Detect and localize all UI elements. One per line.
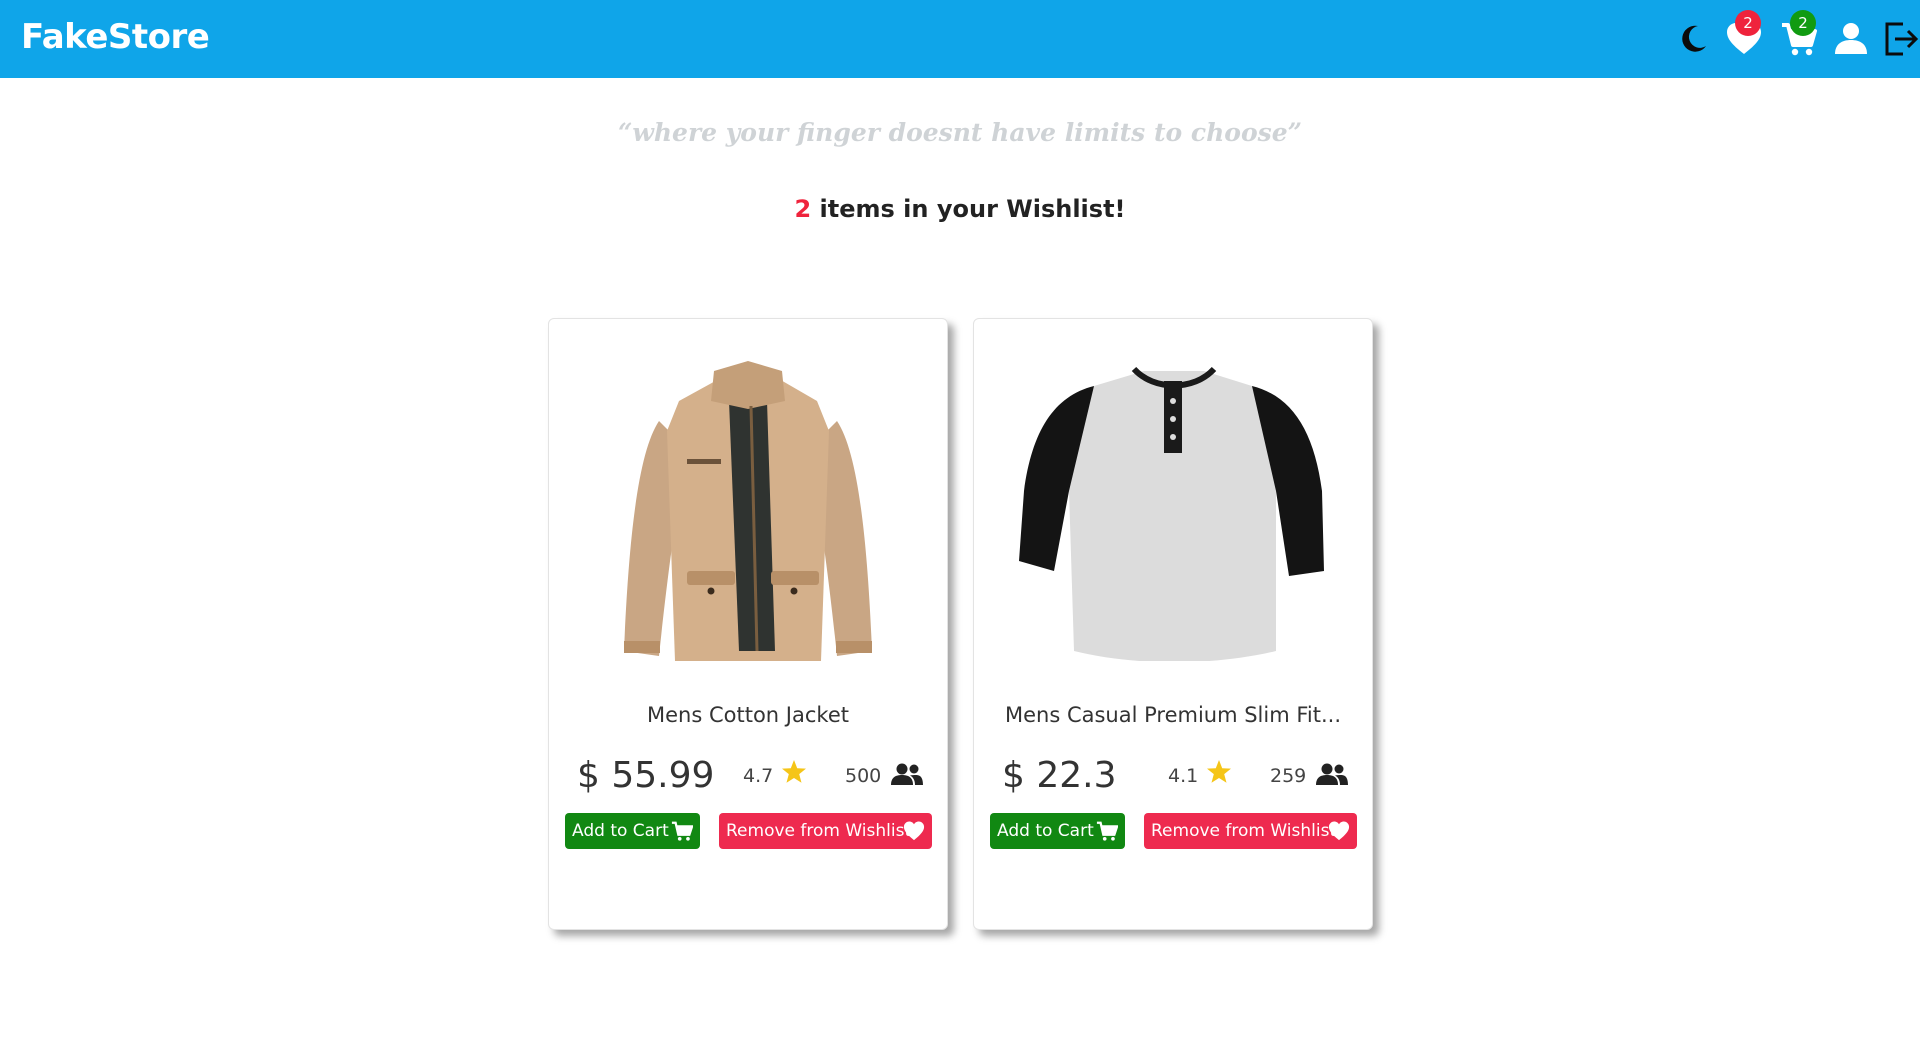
logout-icon[interactable] [1883, 20, 1920, 60]
product-title[interactable]: Mens Casual Premium Slim Fit... [974, 703, 1372, 727]
add-to-cart-button[interactable]: Add to Cart [990, 813, 1125, 849]
add-to-cart-label: Add to Cart [572, 821, 669, 841]
users-icon [1316, 763, 1348, 785]
wishlist-button[interactable]: 2 [1725, 10, 1765, 60]
product-card: Mens Casual Premium Slim Fit... $ 22.3 4… [973, 318, 1373, 930]
star-icon [1207, 760, 1231, 783]
star-icon [782, 760, 806, 783]
cart-button[interactable]: 2 [1780, 10, 1820, 60]
remove-from-wishlist-label: Remove from Wishlist [726, 821, 912, 841]
add-to-cart-button[interactable]: Add to Cart [565, 813, 700, 849]
product-price: $ 22.3 [1002, 755, 1117, 796]
top-navbar: FakeStore 2 2 [0, 0, 1920, 78]
wishlist-count-heading: 2 items in your Wishlist! [0, 195, 1920, 223]
product-title[interactable]: Mens Cotton Jacket [549, 703, 947, 727]
remove-from-wishlist-button[interactable]: Remove from Wishlist [719, 813, 932, 849]
wishlist-count-badge: 2 [1735, 10, 1761, 36]
product-review-count: 500 [845, 765, 882, 787]
product-rating: 4.1 [1168, 765, 1199, 787]
cart-count-badge: 2 [1790, 10, 1816, 36]
tagline: “where your finger doesnt have limits to… [617, 118, 1302, 147]
moon-icon[interactable] [1676, 20, 1716, 60]
wishlist-count-text: items in your Wishlist! [811, 195, 1126, 223]
brand-logo[interactable]: FakeStore [21, 17, 210, 57]
product-rating: 4.7 [743, 765, 774, 787]
heart-icon [1328, 821, 1350, 841]
product-review-count: 259 [1270, 765, 1307, 787]
remove-from-wishlist-button[interactable]: Remove from Wishlist [1144, 813, 1357, 849]
user-icon[interactable] [1832, 20, 1872, 60]
users-icon [891, 763, 923, 785]
wishlist-count-number: 2 [794, 195, 812, 223]
remove-from-wishlist-label: Remove from Wishlist [1151, 821, 1337, 841]
cart-icon [1096, 821, 1118, 841]
cart-icon [671, 821, 693, 841]
nav-icons: 2 2 [1620, 0, 1920, 78]
product-image[interactable] [589, 361, 907, 661]
heart-icon [903, 821, 925, 841]
product-card: Mens Cotton Jacket $ 55.99 4.7 500 Add t… [548, 318, 948, 930]
product-price: $ 55.99 [577, 755, 715, 796]
add-to-cart-label: Add to Cart [997, 821, 1094, 841]
product-image[interactable] [1014, 361, 1332, 663]
